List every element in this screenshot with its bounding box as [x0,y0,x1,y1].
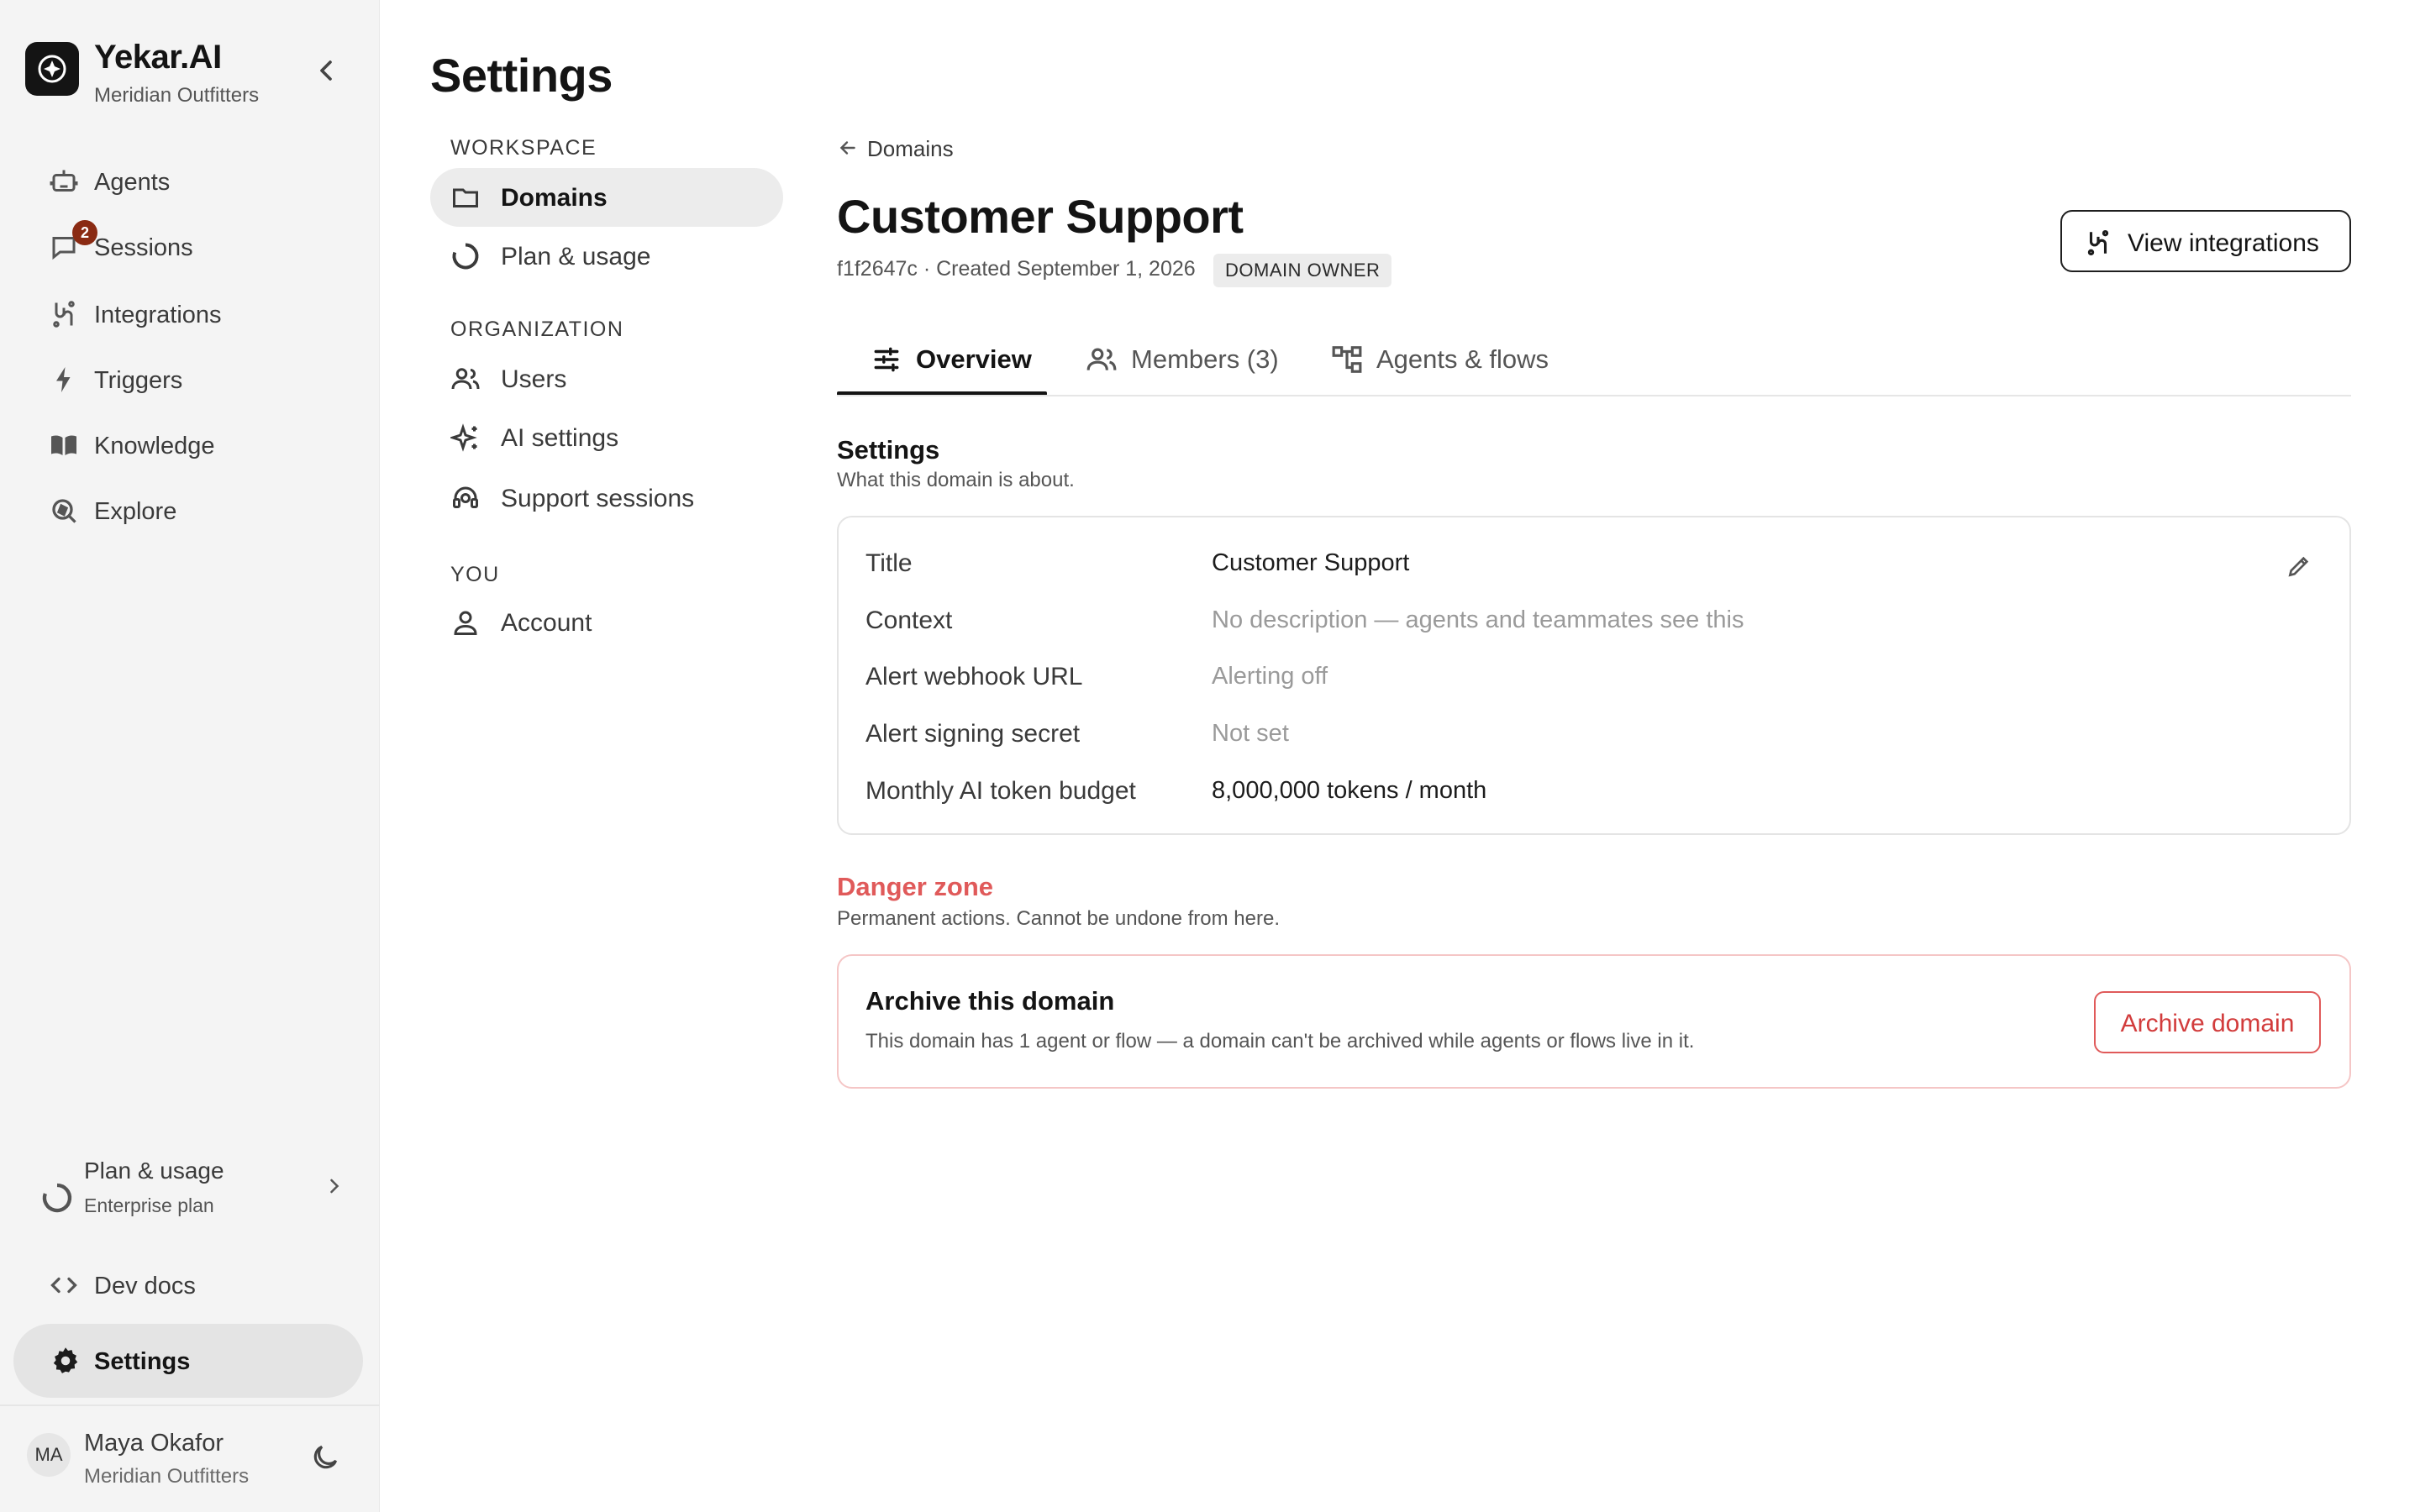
bolt-icon [49,365,79,395]
brand-name: Yekar.AI [94,39,222,76]
sidebar-item-label: Dev docs [94,1273,196,1299]
plan-title: Plan & usage [84,1158,224,1184]
robot-icon [49,166,79,197]
tab-label: Overview [916,344,1032,374]
settings-nav-label: AI settings [501,424,619,452]
sliders-icon [871,344,902,375]
sidebar-item-label: Integrations [94,302,222,328]
sidebar-item-label: Explore [94,498,177,525]
danger-zone-title: Danger zone [837,872,994,901]
usage-ring-icon [40,1181,74,1215]
sidebar-item-label: Knowledge [94,433,215,459]
tabs-divider [837,395,2351,396]
sparkle-logo-icon [38,55,66,83]
integrations-icon [49,299,79,329]
settings-nav-label: Support sessions [501,485,695,512]
settings-nav-label: Domains [501,184,608,212]
archive-title: Archive this domain [865,986,1115,1016]
button-label: Archive domain [2120,1010,2295,1037]
avatar[interactable]: MA [27,1433,71,1477]
sidebar-item-dev-docs[interactable]: Dev docs [13,1255,366,1315]
gear-icon [50,1346,81,1376]
sidebar-item-settings[interactable]: Settings [13,1324,363,1398]
settings-nav-users[interactable]: Users [430,349,783,408]
danger-zone-description: Permanent actions. Cannot be undone from… [837,907,1280,930]
person-icon [450,607,481,638]
user-name: Maya Okafor [84,1430,224,1457]
tab-overview[interactable]: Overview [871,333,1047,396]
field-label-alert-signing-secret: Alert signing secret [865,720,1081,748]
integrations-icon [2084,228,2112,257]
settings-nav-label: Plan & usage [501,243,651,270]
sidebar-item-sessions[interactable]: Sessions [13,217,366,277]
field-value-monthly-token-budget: 8,000,000 tokens / month [1212,777,1487,804]
folder-icon [450,182,481,213]
field-value-context: No description — agents and teammates se… [1212,606,1744,633]
chevron-right-icon[interactable] [323,1174,346,1198]
app-root: Yekar.AI Meridian Outfitters Agents Sess… [0,0,2420,1512]
tab-agents-flows[interactable]: Agents & flows [1331,333,1583,396]
field-value-alert-signing-secret: Not set [1212,720,1289,747]
sidebar-item-integrations[interactable]: Integrations [13,284,366,344]
moon-icon[interactable] [309,1441,341,1473]
settings-nav-account[interactable]: Account [430,593,783,652]
page-title: Settings [430,49,613,102]
sidebar-item-triggers[interactable]: Triggers [13,349,366,410]
settings-nav-plan-usage[interactable]: Plan & usage [430,227,783,286]
field-label-monthly-token-budget: Monthly AI token budget [865,777,1136,805]
support-icon [450,483,481,513]
settings-section-description: What this domain is about. [837,469,1075,491]
field-value-title: Customer Support [1212,549,1410,576]
archive-domain-button[interactable]: Archive domain [2094,991,2321,1053]
sessions-count-badge: 2 [72,220,97,245]
tab-members[interactable]: Members (3) [1086,333,1287,396]
section-heading-organization: ORGANIZATION [450,318,624,341]
brand-logo[interactable] [25,42,79,96]
settings-nav-support-sessions[interactable]: Support sessions [430,469,783,528]
user-org: Meridian Outfitters [84,1465,250,1488]
arrow-left-icon [837,137,859,159]
field-value-alert-webhook-url: Alerting off [1212,663,1328,690]
sidebar-item-explore[interactable]: Explore [13,480,366,541]
brand-org: Meridian Outfitters [94,84,260,107]
sidebar-item-label: Settings [94,1348,191,1375]
settings-nav-label: Users [501,365,567,393]
button-label: View integrations [2128,229,2319,257]
domain-meta: f1f2647c · Created September 1, 2026 [837,257,1196,281]
sidebar-item-knowledge[interactable]: Knowledge [13,415,366,475]
flow-icon [1331,344,1363,375]
plan-subtitle: Enterprise plan [84,1194,214,1216]
sidebar-item-label: Sessions [94,234,193,261]
breadcrumb-back-link[interactable]: Domains [837,134,1089,161]
archive-description: This domain has 1 agent or flow — a doma… [865,1030,1695,1053]
sidebar-item-label: Agents [94,169,171,196]
sparkles-icon [450,423,481,453]
status-badge: DOMAIN OWNER [1213,254,1392,287]
sidebar-item-agents[interactable]: Agents [13,151,366,212]
section-heading-workspace: WORKSPACE [450,136,597,160]
settings-section-title: Settings [837,435,940,465]
usage-ring-icon [450,241,481,271]
sidebar-item-label: Triggers [94,367,183,394]
settings-nav-label: Account [501,609,592,637]
explore-icon [49,496,79,526]
field-label-title: Title [865,549,913,577]
code-icon [49,1270,79,1300]
tab-label: Members (3) [1131,344,1279,374]
tab-label: Agents & flows [1376,344,1549,374]
domain-title: Customer Support [837,190,1244,243]
users-icon [1086,344,1118,375]
settings-nav-domains[interactable]: Domains [430,168,783,227]
users-icon [450,364,481,394]
sidebar-divider [0,1404,380,1406]
collapse-sidebar-icon[interactable] [309,54,343,87]
pencil-icon[interactable] [2286,553,2312,580]
settings-nav-ai-settings[interactable]: AI settings [430,408,783,467]
breadcrumb-label: Domains [867,136,954,161]
field-label-alert-webhook-url: Alert webhook URL [865,663,1083,690]
book-icon [49,430,79,460]
field-label-context: Context [865,606,953,634]
section-heading-you: YOU [450,563,500,586]
view-integrations-button[interactable]: View integrations [2060,210,2351,272]
